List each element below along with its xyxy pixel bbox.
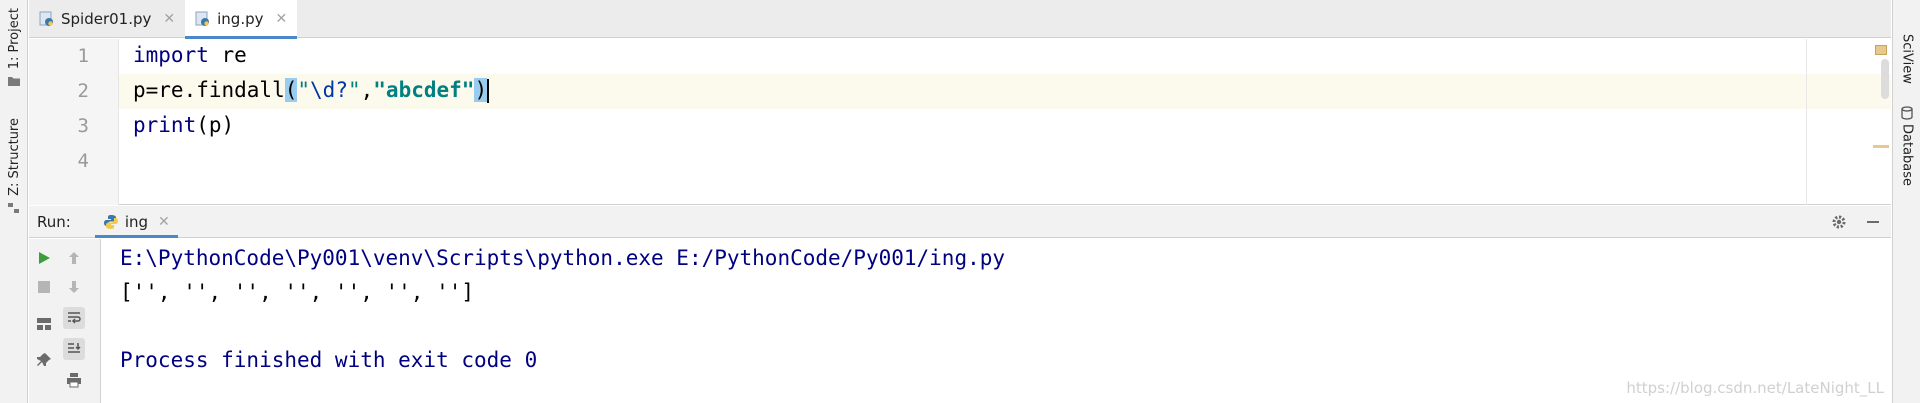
code-line-2: p=re.findall("\d?","abcdef"): [133, 78, 490, 103]
code-editor[interactable]: 1 2 3 4 import re p=re.findall("\d?","ab…: [29, 39, 1891, 205]
code-text: (p): [196, 113, 235, 137]
soft-wrap-icon: [68, 312, 81, 324]
printer-icon: [67, 373, 81, 388]
project-tab-label: 1: Project: [6, 8, 22, 70]
tab-spider01[interactable]: Spider01.py ✕: [29, 0, 185, 38]
inspection-marker[interactable]: [1875, 45, 1887, 55]
arrow-up-icon: [69, 252, 79, 264]
string-quote: ": [297, 78, 311, 102]
structure-tool-tab[interactable]: Z: Structure: [0, 118, 28, 214]
close-icon[interactable]: ✕: [276, 11, 288, 27]
soft-wrap-button[interactable]: [63, 307, 85, 329]
database-tool-tab[interactable]: Database: [1893, 106, 1920, 186]
project-tool-tab[interactable]: 1: Project: [0, 8, 28, 87]
sciview-tab-label: SciView: [1899, 34, 1915, 84]
paren-close: ): [474, 78, 488, 102]
stop-icon: [38, 281, 50, 293]
error-stripe-mark[interactable]: [1873, 145, 1889, 148]
console-line-command: E:\PythonCode\Py001\venv\Scripts\python.…: [120, 246, 1006, 270]
tab-ing[interactable]: ing.py ✕: [185, 0, 298, 39]
console-line-result: ['', '', '', '', '', '', '']: [120, 280, 475, 304]
line-number: 3: [77, 115, 89, 137]
editor-scrollbar[interactable]: [1881, 59, 1889, 99]
scroll-down-button[interactable]: [63, 276, 85, 298]
run-header-actions: [1829, 212, 1883, 232]
run-tab-ing[interactable]: ing ✕: [94, 206, 178, 238]
stop-button[interactable]: [33, 276, 55, 298]
close-icon[interactable]: ✕: [158, 214, 170, 230]
python-file-icon: [195, 11, 210, 26]
editor-tab-bar: Spider01.py ✕ ing.py ✕: [29, 0, 1891, 39]
run-panel-title: Run:: [37, 212, 71, 231]
line-number-gutter: 1 2 3 4: [29, 39, 119, 205]
layout-button[interactable]: [33, 313, 55, 335]
gear-icon[interactable]: [1829, 212, 1849, 232]
rerun-button[interactable]: [33, 247, 55, 269]
text-caret: [487, 79, 490, 103]
string-quote: ": [347, 78, 361, 102]
run-console-output[interactable]: E:\PythonCode\Py001\venv\Scripts\python.…: [102, 239, 1891, 403]
play-icon: [39, 252, 50, 264]
minimize-icon[interactable]: [1863, 212, 1883, 232]
code-line-1: import re: [133, 43, 247, 67]
keyword-import: import: [133, 43, 209, 67]
watermark-text: https://blog.csdn.net/LateNight_LL: [1626, 379, 1884, 397]
sciview-tool-tab[interactable]: SciView: [1893, 34, 1920, 84]
builtin-print: print: [133, 113, 197, 137]
code-text: re: [208, 43, 247, 67]
code-text: p=re.findall: [133, 78, 285, 102]
scroll-to-end-icon: [68, 343, 81, 353]
python-file-icon: [39, 11, 53, 26]
line-number: 4: [77, 150, 89, 172]
tab-label: ing.py: [217, 10, 264, 28]
structure-icon: [8, 202, 19, 213]
database-tab-label: Database: [1899, 124, 1915, 187]
code-line-3: print(p): [133, 113, 234, 137]
run-panel-header: Run: ing ✕: [29, 206, 1891, 238]
close-icon[interactable]: ✕: [163, 11, 175, 27]
tab-label: Spider01.py: [61, 10, 152, 28]
arrow-down-icon: [69, 281, 79, 293]
structure-tab-label: Z: Structure: [6, 118, 22, 196]
paren-open: (: [284, 78, 298, 102]
string-literal: "abcdef": [373, 78, 475, 102]
python-icon: [103, 214, 118, 229]
console-line-exit: Process finished with exit code 0: [120, 348, 538, 372]
scroll-to-end-button[interactable]: [63, 338, 85, 360]
left-tool-strip: 1: Project Z: Structure: [0, 0, 28, 403]
database-icon: [1901, 106, 1913, 120]
line-number: 1: [77, 45, 89, 67]
pin-icon: [37, 353, 51, 366]
run-tab-label: ing: [124, 212, 149, 231]
folder-icon: [8, 77, 20, 87]
code-area[interactable]: import re p=re.findall("\d?","abcdef") p…: [119, 39, 1891, 205]
line-number: 2: [77, 80, 89, 102]
run-toolbar: [29, 239, 101, 403]
print-button[interactable]: [63, 369, 85, 391]
string-escape: \d?: [310, 78, 348, 102]
code-comma: ,: [360, 78, 374, 102]
pin-button[interactable]: [33, 349, 55, 371]
scroll-up-button[interactable]: [63, 247, 85, 269]
layout-icon: [37, 318, 51, 330]
right-tool-strip: SciView Database: [1892, 0, 1920, 403]
